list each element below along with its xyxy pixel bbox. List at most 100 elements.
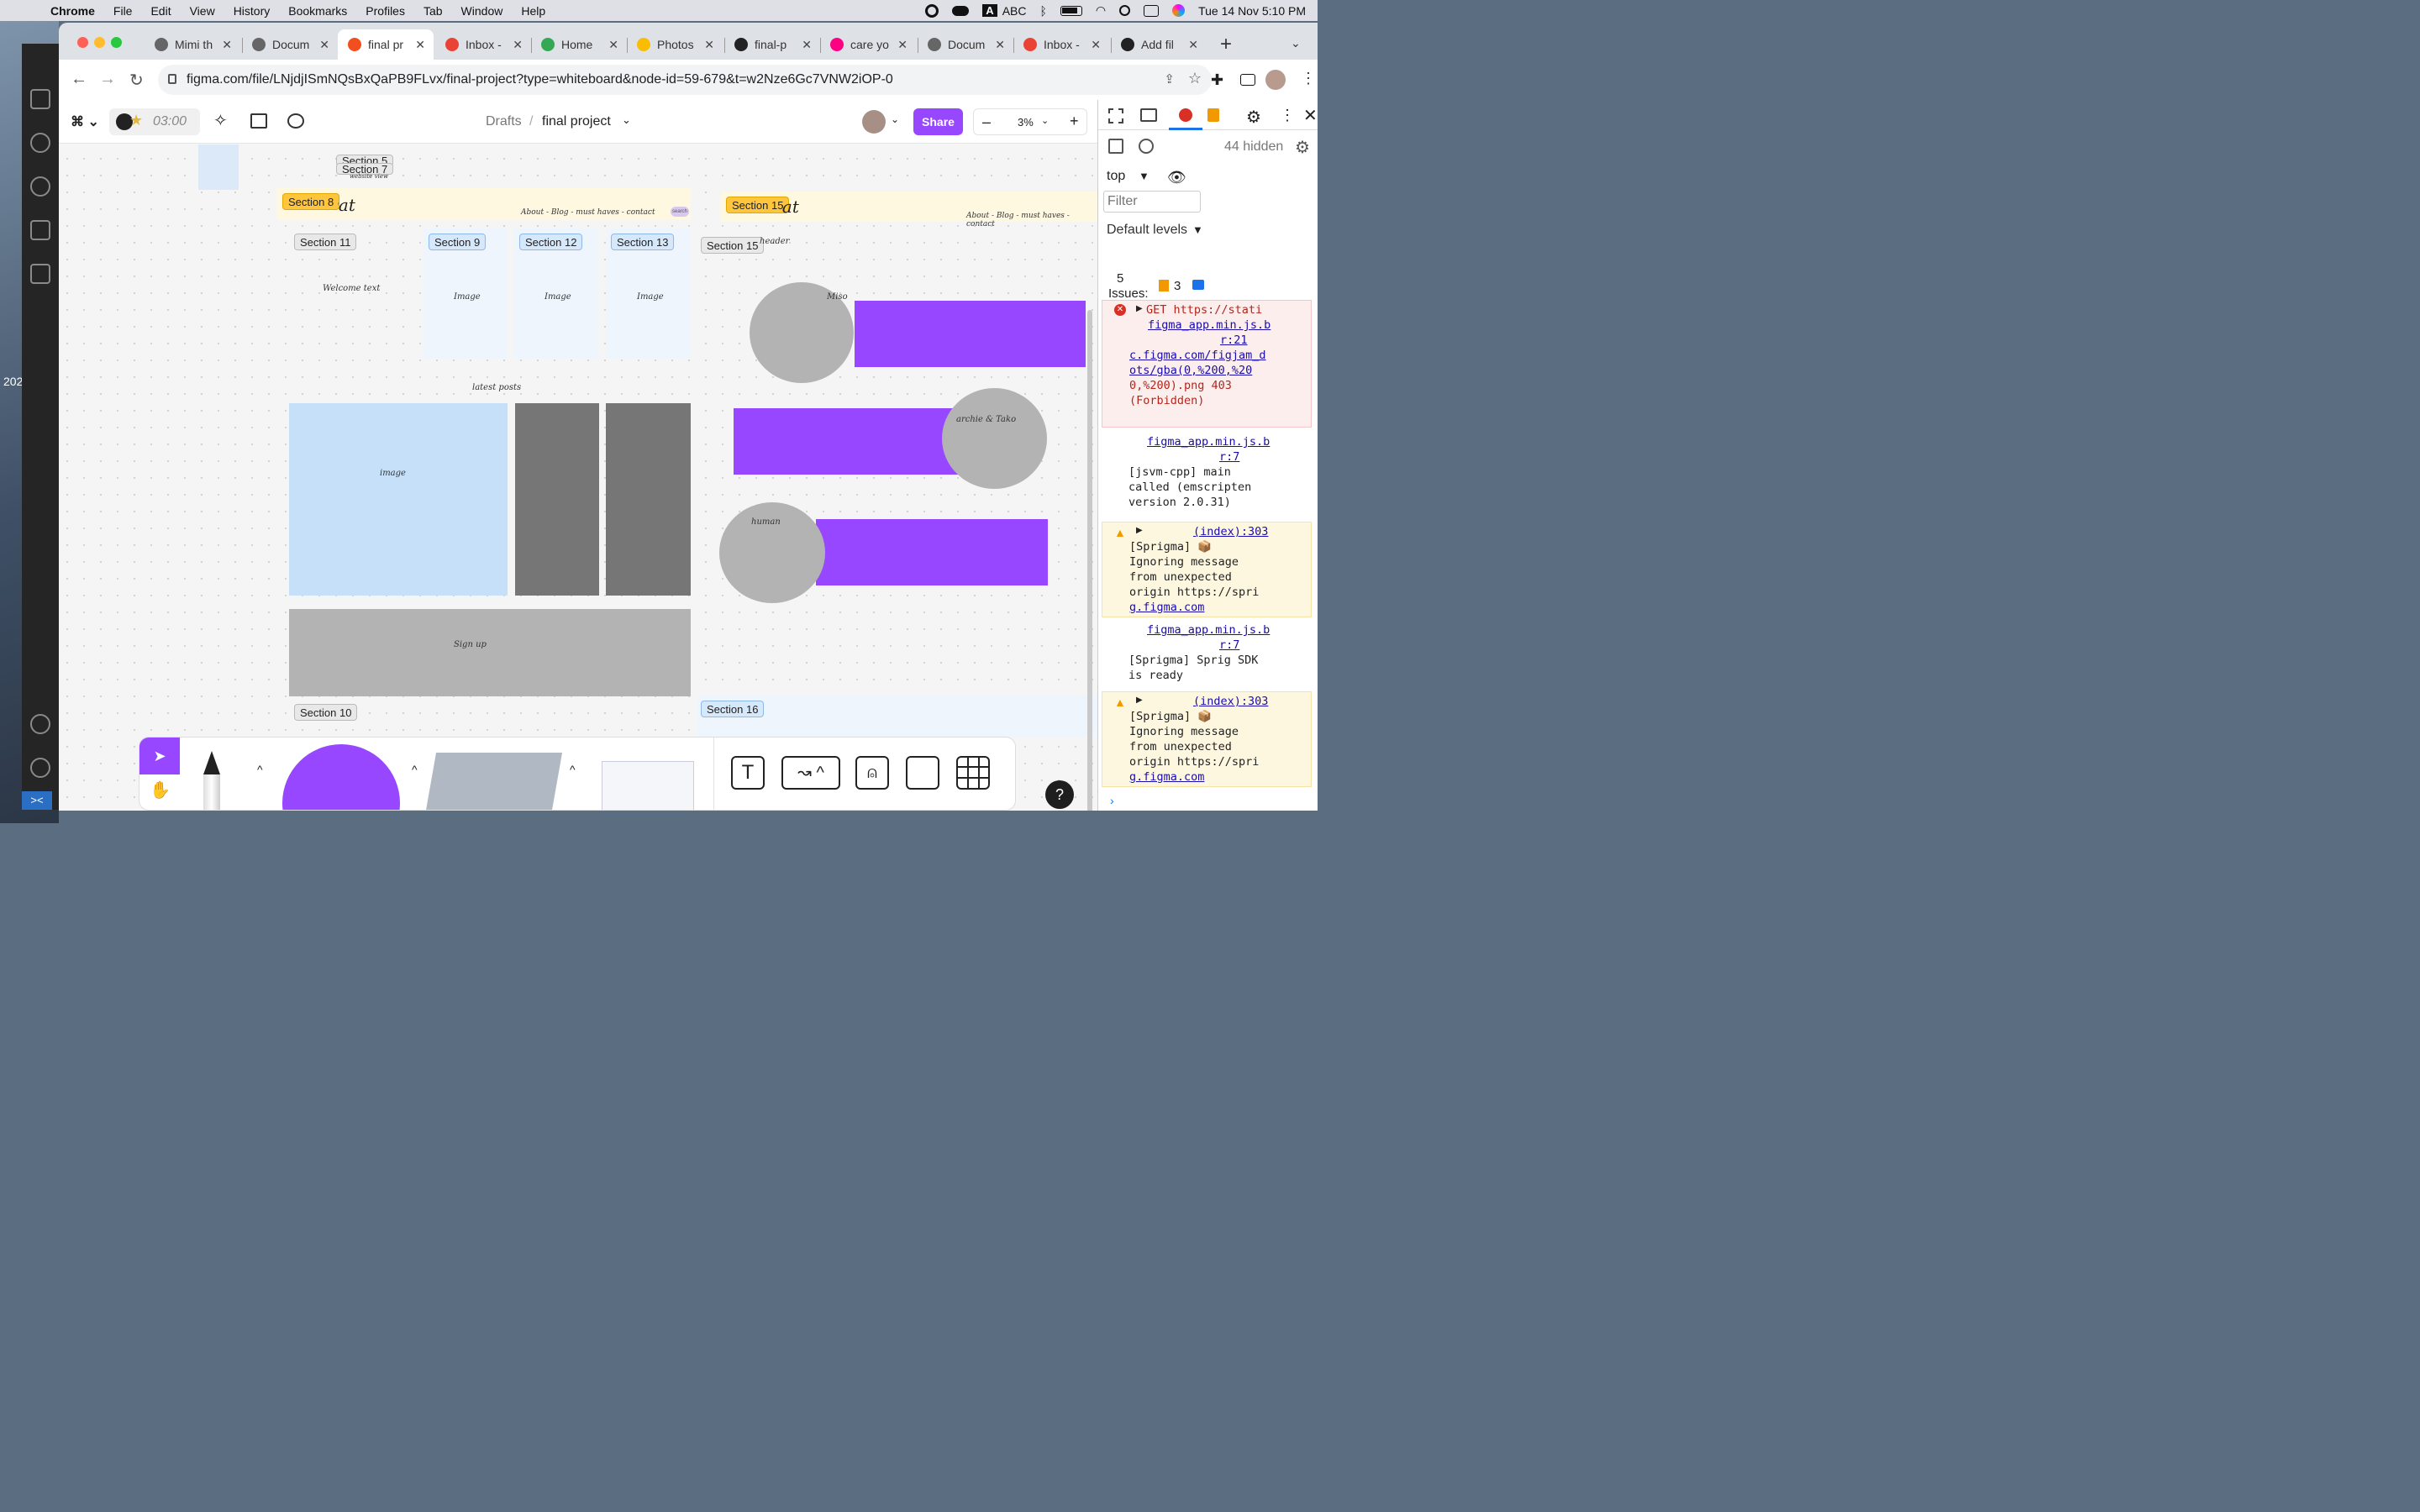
settings-gear-icon[interactable]: ⚙ — [1246, 107, 1261, 128]
tab-1[interactable]: Docum ✕ — [242, 29, 338, 60]
issues-count[interactable]: 5 — [1117, 271, 1123, 286]
close-devtools-icon[interactable]: ✕ — [1303, 105, 1318, 126]
inspect-element-icon[interactable] — [1108, 108, 1123, 123]
live-expression-eye-icon[interactable]: 👁 — [1167, 169, 1186, 186]
close-tab-icon[interactable]: ✕ — [995, 38, 1005, 52]
menu-profiles[interactable]: Profiles — [366, 4, 405, 18]
tab-7[interactable]: care yo ✕ — [820, 29, 916, 60]
purple-bar-2[interactable] — [734, 408, 977, 475]
shape-chevron-icon[interactable]: ^ — [412, 763, 418, 776]
bookmark-star-icon[interactable]: ☆ — [1188, 70, 1202, 87]
marker-chevron-icon[interactable]: ^ — [257, 763, 263, 776]
text-tool[interactable]: T — [731, 756, 765, 790]
vertical-scrollbar[interactable] — [1087, 310, 1092, 811]
expand-triangle-icon[interactable]: ▶ — [1136, 696, 1143, 705]
hidden-count[interactable]: 44 hidden — [1224, 139, 1283, 155]
menu-edit[interactable]: Edit — [150, 4, 171, 18]
close-tab-icon[interactable]: ✕ — [513, 38, 523, 52]
issues-warning-count[interactable]: 3 — [1174, 279, 1181, 293]
manage-gear-icon[interactable] — [30, 758, 50, 778]
cloud-sync-icon[interactable] — [952, 5, 970, 16]
marker-tool[interactable] — [203, 751, 220, 774]
error-line-4[interactable]: c.figma.com/figjam_d — [1129, 348, 1318, 363]
info-1-source[interactable]: figma_app.min.js.b — [1147, 434, 1318, 449]
error-line-5[interactable]: ots/gba(0,%200,%20 — [1129, 363, 1318, 378]
tab-2[interactable]: final pr ✕ — [338, 29, 434, 60]
info-1-source-line[interactable]: r:7 — [1219, 449, 1318, 465]
console-prompt-icon[interactable]: › — [1110, 794, 1114, 807]
info-2-source-line[interactable]: r:7 — [1219, 638, 1318, 653]
remote-indicator[interactable]: >< — [22, 791, 52, 810]
section-13-label[interactable]: Section 13 — [611, 234, 675, 250]
tab-3[interactable]: Inbox - ✕ — [435, 29, 531, 60]
close-tab-icon[interactable]: ✕ — [222, 38, 232, 52]
help-button[interactable]: ? — [1045, 780, 1074, 809]
tab-6[interactable]: final-p ✕ — [724, 29, 820, 60]
section-10-label[interactable]: Section 10 — [294, 704, 358, 721]
signup-block[interactable] — [289, 609, 691, 696]
extensions-icon[interactable] — [30, 264, 50, 284]
new-tab-button[interactable]: + — [1220, 33, 1232, 56]
menu-file[interactable]: File — [113, 4, 133, 18]
bluetooth-icon[interactable]: ᛒ — [1039, 4, 1046, 18]
warn-2-source[interactable]: (index):303 — [1193, 694, 1318, 709]
close-tab-icon[interactable]: ✕ — [897, 38, 908, 52]
table-tool[interactable] — [956, 756, 990, 790]
canvas[interactable]: Section 5 Section 7 website view Section… — [59, 144, 1097, 811]
warning-count-icon[interactable] — [1207, 108, 1219, 122]
zoom-level[interactable]: 3% — [1018, 116, 1034, 129]
menu-history[interactable]: History — [234, 4, 271, 18]
post-block-3[interactable] — [606, 403, 691, 596]
chrome-menu-icon[interactable]: ⋮ — [1301, 70, 1316, 87]
close-tab-icon[interactable]: ✕ — [1091, 38, 1101, 52]
back-button[interactable]: ← — [71, 70, 87, 89]
context-selector[interactable]: top — [1107, 169, 1125, 184]
hand-tool[interactable]: ✋ — [150, 780, 171, 801]
input-source-icon[interactable]: A — [982, 4, 997, 17]
explorer-icon[interactable] — [30, 89, 50, 109]
zoom-out-button[interactable]: – — [982, 113, 991, 131]
console-message-error[interactable]: ✕ ▶ GET https://stati figma_app.min.js.b… — [1102, 300, 1312, 428]
error-count-icon[interactable] — [1179, 108, 1192, 122]
error-line-1[interactable]: GET https://stati — [1146, 302, 1318, 318]
share-page-icon[interactable]: ⇪ — [1164, 71, 1175, 87]
timer-widget[interactable]: ★ 03:00 — [109, 108, 200, 135]
warn-1-line-4[interactable]: origin https://spri — [1129, 585, 1318, 600]
zoom-in-button[interactable]: + — [1070, 113, 1079, 130]
clock[interactable]: Tue 14 Nov 5:10 PM — [1198, 4, 1306, 18]
close-tab-icon[interactable]: ✕ — [704, 38, 714, 52]
comment-icon[interactable] — [287, 113, 304, 129]
avatar-chevron-icon[interactable]: ⌄ — [891, 113, 899, 125]
reload-button[interactable]: ↻ — [129, 70, 144, 91]
share-button[interactable]: Share — [913, 108, 963, 135]
console-filter-input[interactable] — [1103, 191, 1201, 213]
section-15-label[interactable]: Section 15 — [701, 237, 765, 254]
expand-triangle-icon[interactable]: ▶ — [1136, 304, 1143, 313]
error-line-2[interactable]: figma_app.min.js.b — [1148, 318, 1318, 333]
shape-tool[interactable] — [282, 744, 400, 810]
issues-label[interactable]: Issues: — [1108, 286, 1149, 301]
more-options-icon[interactable]: ⋮ — [1280, 107, 1295, 124]
tab-9[interactable]: Inbox - ✕ — [1013, 29, 1109, 60]
profile-avatar[interactable] — [1265, 70, 1286, 90]
file-name[interactable]: final project — [542, 114, 611, 129]
device-toolbar-icon[interactable] — [1140, 108, 1157, 122]
ai-sparkle-icon[interactable]: ✧ — [213, 110, 228, 131]
sidebar-toggle-icon[interactable] — [1108, 139, 1123, 154]
post-block-2[interactable] — [515, 403, 599, 596]
tab-10[interactable]: Add fil ✕ — [1111, 29, 1207, 60]
tab-search-chevron-icon[interactable]: ⌄ — [1291, 36, 1301, 50]
select-tool[interactable]: ➤ — [139, 738, 180, 774]
console-settings-icon[interactable]: ⚙ — [1295, 137, 1310, 158]
apple-icon[interactable] — [17, 3, 32, 18]
section-tool[interactable] — [906, 756, 939, 790]
console-message-warn-2[interactable]: ▲ ▶ (index):303 [Sprigma] 📦 Ignoring mes… — [1102, 691, 1312, 787]
source-control-icon[interactable] — [30, 176, 50, 197]
section-thumbnail[interactable] — [198, 144, 239, 190]
log-levels-chevron-icon[interactable]: ▼ — [1192, 223, 1203, 236]
tab-5[interactable]: Photos ✕ — [627, 29, 723, 60]
figma-main-menu[interactable]: ⌘ ⌄ — [71, 113, 99, 130]
search-icon[interactable] — [30, 133, 50, 153]
close-tab-icon[interactable]: ✕ — [415, 38, 425, 52]
menu-window[interactable]: Window — [461, 4, 503, 18]
